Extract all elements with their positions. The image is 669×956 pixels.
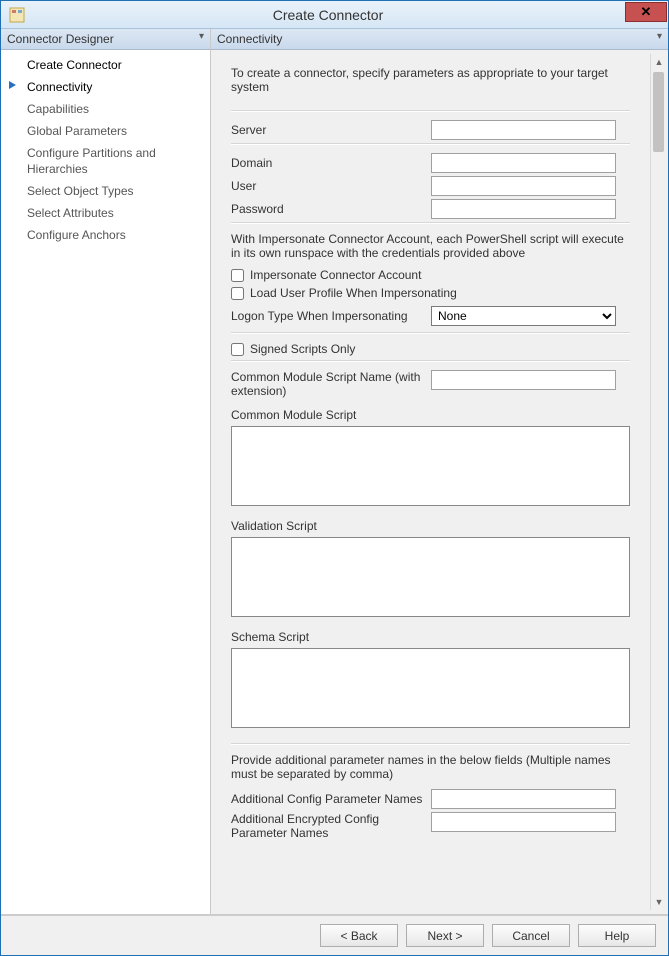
content-body: To create a connector, specify parameter… bbox=[211, 50, 668, 914]
additional-encrypted-label: Additional Encrypted Config Parameter Na… bbox=[231, 812, 431, 840]
divider bbox=[231, 222, 630, 224]
schema-script-label: Schema Script bbox=[231, 630, 630, 644]
window-app-icon bbox=[9, 7, 25, 23]
nav-item-connectivity[interactable]: Connectivity bbox=[1, 76, 210, 98]
nav-item-global-parameters[interactable]: Global Parameters bbox=[1, 120, 210, 142]
close-icon: ✕ bbox=[641, 4, 652, 20]
logontype-label: Logon Type When Impersonating bbox=[231, 309, 431, 323]
server-label: Server bbox=[231, 123, 431, 137]
intro-text: To create a connector, specify parameter… bbox=[231, 66, 630, 100]
create-connector-window: Create Connector ✕ Connector Designer Cr… bbox=[0, 0, 669, 956]
cancel-button[interactable]: Cancel bbox=[492, 924, 570, 947]
validation-script-input[interactable] bbox=[231, 537, 630, 617]
nav-item-create-connector[interactable]: Create Connector bbox=[1, 54, 210, 76]
divider bbox=[231, 743, 630, 745]
scroll-up-icon[interactable]: ▲ bbox=[651, 54, 667, 70]
nav-list: Create Connector Connectivity Capabiliti… bbox=[1, 50, 210, 246]
titlebar[interactable]: Create Connector ✕ bbox=[1, 1, 668, 29]
password-label: Password bbox=[231, 202, 431, 216]
logontype-select[interactable]: None bbox=[431, 306, 616, 326]
user-label: User bbox=[231, 179, 431, 193]
next-button[interactable]: Next > bbox=[406, 924, 484, 947]
additional-encrypted-input[interactable] bbox=[431, 812, 616, 832]
common-module-script-input[interactable] bbox=[231, 426, 630, 506]
content-scroll-area: To create a connector, specify parameter… bbox=[215, 54, 646, 910]
schema-script-input[interactable] bbox=[231, 648, 630, 728]
additional-config-input[interactable] bbox=[431, 789, 616, 809]
client-area: Connector Designer Create Connector Conn… bbox=[1, 29, 668, 915]
nav-item-select-object-types[interactable]: Select Object Types bbox=[1, 180, 210, 202]
help-button[interactable]: Help bbox=[578, 924, 656, 947]
additional-config-label: Additional Config Parameter Names bbox=[231, 792, 431, 806]
divider bbox=[231, 332, 630, 334]
nav-item-configure-anchors[interactable]: Configure Anchors bbox=[1, 224, 210, 246]
divider bbox=[231, 143, 630, 145]
common-module-name-input[interactable] bbox=[431, 370, 616, 390]
impersonate-note: With Impersonate Connector Account, each… bbox=[231, 232, 630, 260]
back-button[interactable]: < Back bbox=[320, 924, 398, 947]
nav-item-configure-partitions[interactable]: Configure Partitions and Hierarchies bbox=[1, 142, 210, 180]
nav-item-capabilities[interactable]: Capabilities bbox=[1, 98, 210, 120]
scrollbar-thumb[interactable] bbox=[653, 72, 664, 152]
divider bbox=[231, 360, 630, 362]
password-input[interactable] bbox=[431, 199, 616, 219]
nav-header[interactable]: Connector Designer bbox=[1, 29, 210, 50]
validation-script-label: Validation Script bbox=[231, 519, 630, 533]
signed-scripts-checkbox-label: Signed Scripts Only bbox=[250, 342, 355, 356]
wizard-button-bar: < Back Next > Cancel Help bbox=[1, 915, 668, 955]
window-title: Create Connector bbox=[31, 7, 625, 23]
impersonate-checkbox[interactable] bbox=[231, 269, 244, 282]
signed-scripts-checkbox[interactable] bbox=[231, 343, 244, 356]
domain-input[interactable] bbox=[431, 153, 616, 173]
navigation-panel: Connector Designer Create Connector Conn… bbox=[1, 29, 211, 914]
server-input[interactable] bbox=[431, 120, 616, 140]
load-profile-checkbox[interactable] bbox=[231, 287, 244, 300]
common-module-name-label: Common Module Script Name (with extensio… bbox=[231, 370, 431, 398]
user-input[interactable] bbox=[431, 176, 616, 196]
additional-params-note: Provide additional parameter names in th… bbox=[231, 753, 630, 781]
divider bbox=[231, 110, 630, 112]
impersonate-checkbox-label: Impersonate Connector Account bbox=[250, 268, 421, 282]
nav-item-select-attributes[interactable]: Select Attributes bbox=[1, 202, 210, 224]
domain-label: Domain bbox=[231, 156, 431, 170]
scroll-down-icon[interactable]: ▼ bbox=[651, 894, 667, 910]
common-module-script-label: Common Module Script bbox=[231, 408, 630, 422]
content-panel: Connectivity To create a connector, spec… bbox=[211, 29, 668, 914]
close-button[interactable]: ✕ bbox=[625, 2, 667, 22]
vertical-scrollbar[interactable]: ▲ ▼ bbox=[650, 54, 666, 910]
load-profile-checkbox-label: Load User Profile When Impersonating bbox=[250, 286, 457, 300]
content-header[interactable]: Connectivity bbox=[211, 29, 668, 50]
